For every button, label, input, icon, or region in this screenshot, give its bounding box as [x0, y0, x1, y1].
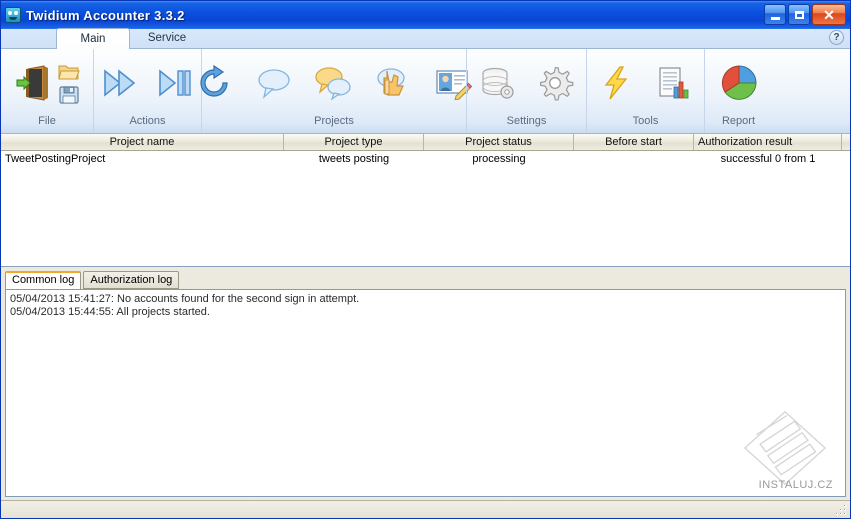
tab-service-label: Service — [147, 32, 187, 44]
lightning-bolt-icon[interactable] — [600, 65, 634, 101]
log-text-area[interactable]: 05/04/2013 15:41:27: No accounts found f… — [5, 289, 846, 497]
column-header-project-name[interactable]: Project name — [1, 134, 284, 150]
column-header-filler — [842, 134, 850, 150]
tab-authorization-log[interactable]: Authorization log — [83, 271, 180, 289]
thumbs-up-bubble-icon[interactable] — [374, 66, 412, 100]
minimize-icon — [770, 16, 780, 20]
watermark-text: INSTALUJ.CZ — [758, 479, 833, 491]
minimize-button[interactable] — [764, 4, 786, 25]
column-header-project-status[interactable]: Project status — [424, 134, 574, 150]
ribbon-group-report: Report — [704, 49, 772, 133]
cell-project-type: tweets posting — [318, 153, 390, 165]
tab-common-log-label: Common log — [12, 274, 75, 286]
help-icon[interactable]: ? — [829, 30, 844, 45]
refresh-arrow-icon[interactable] — [196, 65, 234, 101]
ribbon-group-file: File — [1, 49, 93, 133]
ribbon-group-label-file: File — [38, 115, 56, 127]
pie-chart-icon[interactable] — [719, 64, 759, 102]
log-line: 05/04/2013 15:41:27: No accounts found f… — [10, 293, 360, 305]
column-header-before-start[interactable]: Before start — [574, 134, 694, 150]
column-header-authorization-result[interactable]: Authorization result — [694, 134, 842, 150]
close-button[interactable]: ✕ — [812, 4, 846, 25]
ribbon-group-label-settings: Settings — [506, 115, 547, 127]
tab-main[interactable]: Main — [56, 28, 130, 49]
tab-service[interactable]: Service — [130, 28, 204, 48]
ribbon-group-label-report: Report — [721, 115, 756, 127]
column-header-project-type[interactable]: Project type — [284, 134, 424, 150]
database-settings-icon[interactable] — [479, 65, 517, 101]
log-panel: Common log Authorization log 05/04/2013 … — [1, 267, 850, 500]
help-icon-label: ? — [833, 32, 840, 43]
table-row[interactable]: TweetPostingProject tweets posting proce… — [1, 151, 850, 167]
log-tab-strip: Common log Authorization log — [5, 270, 846, 290]
open-folder-icon[interactable] — [58, 62, 80, 82]
resize-grip[interactable] — [836, 505, 848, 517]
close-icon: ✕ — [823, 6, 835, 23]
gear-icon[interactable] — [537, 65, 575, 101]
diamond-lines-logo — [743, 410, 827, 486]
maximize-icon — [794, 10, 804, 19]
ribbon-group-actions: Actions — [93, 49, 201, 133]
ribbon-group-label-projects: Projects — [314, 115, 354, 127]
cell-authorization-result: successful 0 from 1 — [720, 153, 816, 165]
ribbon-group-projects: Projects — [200, 49, 472, 133]
document-chart-icon[interactable] — [656, 65, 692, 101]
table-header-row: Project name Project type Project status… — [1, 134, 850, 151]
ribbon-group-tools: Tools — [586, 49, 704, 133]
ribbon-group-label-tools: Tools — [632, 115, 659, 127]
ribbon-group-settings: Settings — [466, 49, 586, 133]
cell-project-status: processing — [472, 153, 526, 165]
log-line: 05/04/2013 15:44:55: All projects starte… — [10, 306, 210, 318]
run-forward-icon[interactable] — [102, 65, 140, 101]
ribbon-toolbar: File Actions Projects Settings Tools Rep… — [1, 49, 850, 134]
file-small-icons — [58, 62, 80, 105]
projects-table: Project name Project type Project status… — [1, 134, 850, 267]
window-title: Twidium Accounter 3.3.2 — [26, 7, 185, 23]
title-bar: Twidium Accounter 3.3.2 ✕ — [1, 1, 850, 29]
exit-door-icon[interactable] — [14, 63, 54, 103]
window-controls: ✕ — [764, 4, 846, 25]
application-window: Twidium Accounter 3.3.2 ✕ Main Service ? — [0, 0, 851, 519]
status-bar — [1, 500, 850, 518]
ribbon-tab-bar: Main Service ? — [1, 28, 850, 49]
tab-main-label: Main — [80, 33, 106, 45]
double-speech-bubble-icon[interactable] — [314, 66, 352, 100]
save-floppy-icon[interactable] — [58, 85, 80, 105]
ribbon-group-label-actions: Actions — [129, 115, 166, 127]
speech-bubble-icon[interactable] — [256, 66, 292, 100]
cell-before-start — [574, 151, 694, 167]
app-bird-icon — [5, 7, 21, 23]
tab-authorization-log-label: Authorization log — [90, 274, 173, 286]
tab-common-log[interactable]: Common log — [5, 271, 82, 290]
cell-project-name: TweetPostingProject — [5, 153, 106, 165]
maximize-button[interactable] — [788, 4, 810, 25]
